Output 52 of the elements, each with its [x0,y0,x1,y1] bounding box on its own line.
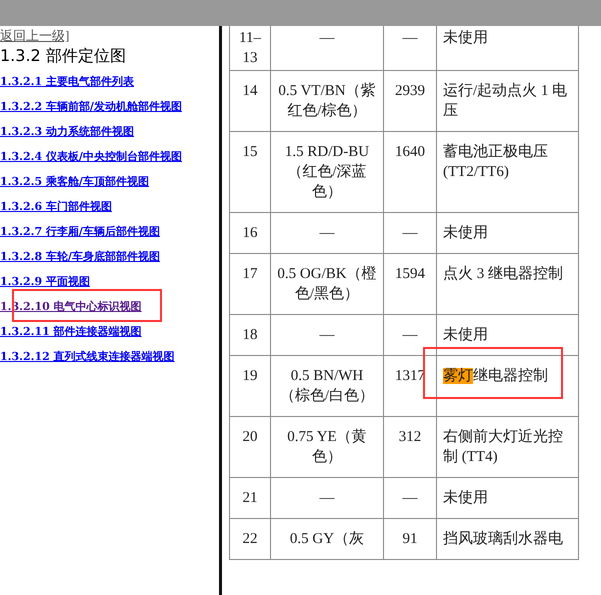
section-link[interactable]: 1.3.2.4 仪表板/中央控制台部件视图 [0,150,182,163]
table-cell: 15 [230,132,270,212]
table-cell: 1640 [384,132,436,212]
section-link[interactable]: 1.3.2.5 乘客舱/车顶部件视图 [0,175,149,188]
table-cell: — [384,478,436,518]
section-link[interactable]: 1.3.2.3 动力系统部件视图 [0,125,134,138]
section-link[interactable]: 1.3.2.8 车轮/车身底部部件视图 [0,250,160,263]
table-cell-text: 右侧前大灯近光控制 (TT4) [443,428,564,467]
section-link[interactable]: 1.3.2.12 直列式线束连接器端视图 [0,350,175,363]
table-cell: 1594 [384,254,436,314]
table-cell: 11–13 [230,26,270,70]
table-cell: 20 [230,416,270,478]
table-cell-text: 雾灯继电器控制 [443,366,549,386]
table-cell: — [270,212,384,254]
section-heading: 1.3.2 部件定位图 [0,46,127,66]
table-cell: 312 [384,416,436,478]
table-cell: 18 [230,314,270,356]
table-cell: 0.5 VT/BN（紫红色/棕色） [270,70,384,132]
table-cell-text: 未使用 [443,224,489,243]
table-cell: — [384,26,436,70]
table-cell: 0.5 GY（灰 [270,518,384,560]
table-cell-text: 挡风玻璃刮水器电 [443,529,564,549]
table-cell: 16 [230,212,270,254]
table-cell-text: 运行/起动点火 1 电压 [443,82,568,121]
table-cell: 17 [230,254,270,314]
table-cell-text: 蓄电池正极电压 (TT2/TT6) [443,142,549,182]
table-cell-text: 点火 3 继电器控制 [443,264,564,284]
table-cell: 19 [230,356,270,416]
table-cell: 0.5 BN/WH（棕色/白色） [270,356,384,416]
section-link[interactable]: 1.3.2.9 平面视图 [0,275,90,288]
table-cell-text: 未使用 [443,488,489,508]
table-cell: — [384,314,436,356]
table-cell: — [384,212,436,254]
table-cell-text: 未使用 [443,326,489,345]
table-cell: 91 [384,518,436,560]
table-cell: — [270,26,384,70]
table-cell: 14 [230,70,270,132]
table-cell-text: 未使用 [443,28,489,48]
table-cell: — [270,314,384,356]
table-cell: 22 [230,518,270,560]
section-link[interactable]: 1.3.2.6 车门部件视图 [0,200,112,213]
table-cell: 1.5 RD/D-BU（红色/深蓝色） [270,132,384,212]
section-link[interactable]: 1.3.2.11 部件连接器端视图 [0,325,142,338]
table-cell: 0.5 OG/BK（橙色/黑色） [270,254,384,314]
section-link[interactable]: 1.3.2.7 行李厢/车辆后部件视图 [0,225,160,238]
table-cell: — [270,478,384,518]
table-cell: 0.75 YE（黄色） [270,416,384,478]
table-cell: 2939 [384,70,436,132]
section-link[interactable]: 1.3.2.1 主要电气部件列表 [0,75,134,88]
back-link[interactable]: 返回上一级] [0,28,219,44]
section-link[interactable]: 1.3.2.2 车辆前部/发动机舱部件视图 [0,100,182,113]
table-cell: 21 [230,478,270,518]
